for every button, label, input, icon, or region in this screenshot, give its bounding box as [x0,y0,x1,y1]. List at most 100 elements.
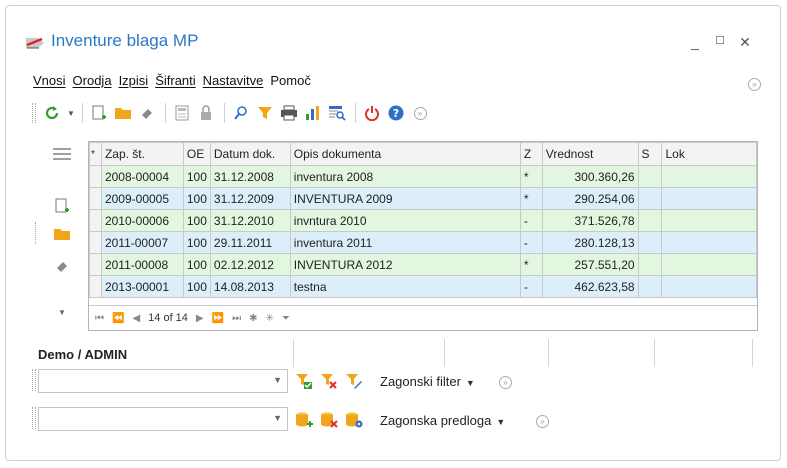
row-indicator [89,275,102,298]
calculator-icon[interactable] [172,103,192,123]
template-grip[interactable] [32,407,36,429]
row-indicator [89,231,102,254]
col-oe[interactable]: OE [182,142,211,166]
grid-header-row: * Zap. št. OE Datum dok. Opis dokumenta … [89,142,757,166]
svg-text:?: ? [393,107,399,120]
remove-filter-icon[interactable] [319,371,339,391]
table-row[interactable]: 2013-00001 100 14.08.2013 testna - 462.6… [89,275,757,298]
menu-pomoc[interactable]: Pomoč [270,73,310,93]
menu-sifranti[interactable]: Šifranti [155,73,195,93]
prev-record-icon[interactable]: ◀ [132,313,140,324]
cell-lok [661,187,757,210]
next-page-icon[interactable]: ⏩ [212,313,224,324]
open-folder-icon[interactable] [113,103,133,123]
cell-z: * [519,165,543,188]
filter-grip[interactable] [32,369,36,391]
col-zap-st[interactable]: Zap. št. [100,142,184,166]
last-record-icon[interactable]: ⏭ [232,313,241,324]
status-user: Demo / ADMIN [38,347,128,362]
eraser-icon[interactable] [50,256,74,276]
cell-vrednost: 300.360,26 [541,165,639,188]
col-datum-dok[interactable]: Datum dok. [209,142,291,166]
toolbar-separator [82,103,83,123]
app-logo-icon [26,37,44,49]
filter-select[interactable]: ▼ [38,369,288,393]
apply-filter-icon[interactable] [294,371,314,391]
menu-vnosi[interactable]: Vnosi [33,73,66,93]
cell-oe: 100 [182,231,211,254]
cell-datum: 02.12.2012 [209,253,291,276]
menu-more-icon[interactable]: » [748,76,761,91]
add-template-icon[interactable] [294,410,314,430]
cell-vrednost: 257.551,20 [541,253,639,276]
cell-z: - [519,275,543,298]
refresh-icon[interactable] [42,103,62,123]
cell-datum: 31.12.2010 [209,209,291,232]
table-row[interactable]: 2009-00005 100 31.12.2009 INVENTURA 2009… [89,187,757,210]
filter-icon[interactable] [255,103,275,123]
menu-orodja[interactable]: Orodja [73,73,112,93]
startup-filter-label: Zagonski filter [380,374,461,389]
more-icon[interactable]: » [410,103,430,123]
col-indicator[interactable]: * [89,142,102,166]
col-vrednost[interactable]: Vrednost [541,142,639,166]
close-button[interactable]: ✕ [734,34,756,51]
chevron-down-icon[interactable]: ▼ [273,375,282,385]
delete-template-icon[interactable] [319,410,339,430]
hamburger-icon[interactable] [50,144,74,164]
new-icon[interactable] [89,103,109,123]
template-settings-icon[interactable] [344,410,364,430]
cell-vrednost: 280.128,13 [541,231,639,254]
chevron-down-icon[interactable]: ▼ [273,413,282,423]
insert-record-icon[interactable]: ✱ [249,313,257,324]
report-search-icon[interactable] [327,103,347,123]
cell-s [637,253,663,276]
menu-izpisi[interactable]: Izpisi [119,73,149,93]
startup-template-menu[interactable]: Zagonska predloga ▼ [380,413,505,428]
cell-zap-st: 2009-00005 [100,187,184,210]
side-grip[interactable] [35,222,36,244]
first-record-icon[interactable]: ⏮ [95,313,104,324]
template-select[interactable]: ▼ [38,407,288,431]
table-row[interactable]: 2011-00007 100 29.11.2011 inventura 2011… [89,231,757,254]
search-icon[interactable] [231,103,251,123]
toolbar-grip[interactable] [32,103,36,123]
template-more-icon[interactable]: » [536,413,549,428]
table-row[interactable]: 2008-00004 100 31.12.2008 inventura 2008… [89,165,757,188]
cell-s [637,209,663,232]
grid-filter-icon[interactable]: ⏷ [282,313,290,324]
chevron-down-icon: ▼ [496,417,506,427]
col-opis-dokumenta[interactable]: Opis dokumenta [289,142,521,166]
col-s[interactable]: S [637,142,663,166]
col-lok[interactable]: Lok [661,142,757,166]
cell-datum: 29.11.2011 [209,231,291,254]
refresh-dropdown-icon[interactable]: ▼ [66,103,76,123]
table-row[interactable]: 2011-00008 100 02.12.2012 INVENTURA 2012… [89,253,757,276]
maximize-button[interactable]: ☐ [709,34,731,47]
cell-s [637,187,663,210]
filter-more-icon[interactable]: » [499,374,512,389]
next-record-icon[interactable]: ▶ [196,313,204,324]
toolbar-separator [355,103,356,123]
edit-record-icon[interactable]: ✳ [265,313,273,324]
cell-opis: inventura 2011 [289,231,521,254]
prev-page-icon[interactable]: ⏪ [112,313,124,324]
minimize-button[interactable]: _ [684,34,706,50]
cell-zap-st: 2008-00004 [100,165,184,188]
cell-datum: 31.12.2008 [209,165,291,188]
open-folder-icon[interactable] [50,224,74,244]
menu-nastavitve[interactable]: Nastavitve [203,73,264,93]
table-row[interactable]: 2010-00006 100 31.12.2010 invntura 2010 … [89,209,757,232]
lock-icon[interactable] [196,103,216,123]
new-icon[interactable] [50,196,74,216]
help-icon[interactable]: ? [386,103,406,123]
edit-filter-icon[interactable] [344,371,364,391]
print-icon[interactable] [279,103,299,123]
chart-icon[interactable] [303,103,323,123]
eraser-icon[interactable] [137,103,157,123]
col-z[interactable]: Z [519,142,543,166]
startup-filter-menu[interactable]: Zagonski filter ▼ [380,374,475,389]
chevron-down-icon[interactable]: ▼ [50,302,74,322]
cell-zap-st: 2010-00006 [100,209,184,232]
power-icon[interactable] [362,103,382,123]
